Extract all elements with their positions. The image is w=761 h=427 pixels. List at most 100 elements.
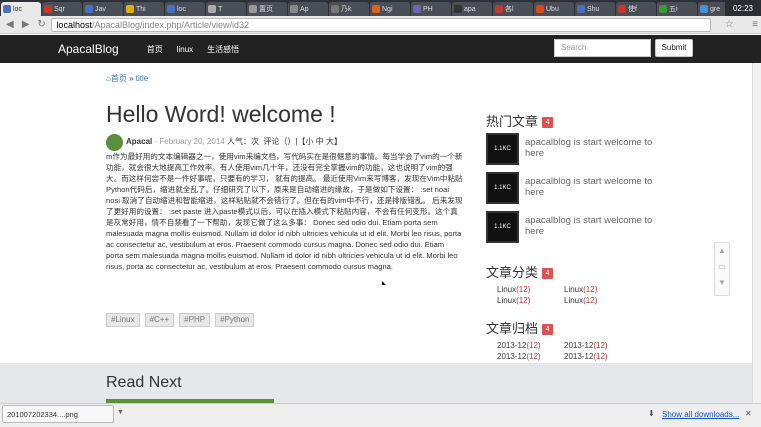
category-link[interactable]: Linux(12) xyxy=(564,285,597,294)
tab-label: Jav xyxy=(95,5,106,13)
archive-heading-label: 文章归档 xyxy=(486,321,539,336)
categories-heading: 文章分类 4 xyxy=(486,262,554,281)
tag-python[interactable]: #Python xyxy=(215,313,255,327)
browser-tab[interactable]: apa xyxy=(452,2,492,16)
scroll-up-icon[interactable]: ▲ xyxy=(715,243,729,259)
archive-link[interactable]: 2013-12(12) xyxy=(564,341,608,350)
browser-tab[interactable]: PH xyxy=(411,2,451,16)
tab-label: gre xyxy=(710,5,721,13)
avatar xyxy=(106,134,123,151)
browser-tab[interactable]: Jav xyxy=(83,2,123,16)
system-clock: 02:23 xyxy=(725,0,761,16)
reload-icon[interactable]: ↻ xyxy=(36,19,48,31)
nav-link-home[interactable]: 首页 xyxy=(147,44,163,55)
download-bar xyxy=(0,403,761,427)
tab-label: Sqr xyxy=(54,5,65,13)
tab-favicon-icon xyxy=(454,5,462,13)
chevron-down-icon[interactable]: ▼ xyxy=(117,409,124,416)
hot-article-item[interactable]: 1.1KC apacalblog is start welcome to her… xyxy=(486,172,666,206)
hot-heading-label: 热门文章 xyxy=(486,114,539,129)
scroll-down-icon[interactable]: ▼ xyxy=(715,275,729,291)
categories-heading-label: 文章分类 xyxy=(486,265,539,280)
browser-tab[interactable]: Shu xyxy=(575,2,615,16)
nav-link-linux[interactable]: linux xyxy=(177,45,193,54)
category-link[interactable]: Linux(12) xyxy=(497,285,530,294)
tab-label: loc xyxy=(13,5,22,13)
article-comments[interactable]: 评论（）|【小 中 大】 xyxy=(263,137,342,146)
article-meta: Apacal · February 20, 2014 人气：次 评论（）|【小 … xyxy=(126,136,342,147)
tab-favicon-icon xyxy=(413,5,421,13)
browser-tab[interactable]: 使f xyxy=(616,2,656,16)
browser-tab[interactable]: 各l xyxy=(493,2,533,16)
browser-tab[interactable]: Ubu xyxy=(534,2,574,16)
browser-tab[interactable]: 置页 xyxy=(247,2,287,16)
article-author[interactable]: Apacal xyxy=(126,137,152,146)
tab-label: Ap xyxy=(300,5,309,13)
tab-favicon-icon xyxy=(126,5,134,13)
article-date: · February 20, 2014 xyxy=(154,137,225,146)
tag-cpp[interactable]: #C++ xyxy=(144,313,175,327)
tag-php[interactable]: #PHP xyxy=(179,313,211,327)
tab-label: Ubu xyxy=(546,5,559,13)
download-icon: ⬇ xyxy=(648,409,655,418)
browser-tab[interactable]: 五i xyxy=(657,2,697,16)
forward-arrow-icon[interactable]: ▶ xyxy=(20,19,32,31)
download-item[interactable]: 201007202334....png xyxy=(2,405,114,423)
tab-favicon-icon xyxy=(44,5,52,13)
browser-tab[interactable]: loc xyxy=(1,2,41,16)
breadcrumb-separator: » xyxy=(129,74,134,83)
scroll-middle-icon[interactable]: ▭ xyxy=(715,259,729,275)
browser-tab[interactable]: 乃k xyxy=(329,2,369,16)
close-icon[interactable]: ✕ xyxy=(745,409,752,418)
breadcrumb-current[interactable]: title xyxy=(136,74,148,83)
browser-tab[interactable]: loc xyxy=(165,2,205,16)
show-all-downloads-link[interactable]: Show all downloads... xyxy=(662,410,739,419)
bookmark-star-icon[interactable]: ☆ xyxy=(723,19,735,31)
submit-button[interactable]: Submit xyxy=(655,39,693,57)
search-input[interactable]: Search xyxy=(554,39,651,57)
tab-label: T xyxy=(218,5,223,13)
tab-label: Shu xyxy=(587,5,600,13)
tab-label: apa xyxy=(464,5,476,13)
browser-tab[interactable]: Ngi xyxy=(370,2,410,16)
tab-label: 置页 xyxy=(259,6,273,13)
browser-toolbar: ◀ ▶ ↻ localhost/ApacalBlog/index.php/Art… xyxy=(0,16,761,34)
url-host: localhost xyxy=(56,19,92,30)
browser-tab[interactable]: Thi xyxy=(124,2,164,16)
back-arrow-icon[interactable]: ◀ xyxy=(4,19,16,31)
article-thumbnail: 1.1KC xyxy=(486,211,519,243)
download-filename: 201007202334....png xyxy=(7,409,78,419)
site-brand[interactable]: ApacalBlog xyxy=(58,42,119,56)
menu-icon[interactable]: ≡ xyxy=(749,19,761,31)
hot-article-item[interactable]: 1.1KC apacalblog is start welcome to her… xyxy=(486,133,666,167)
tab-favicon-icon xyxy=(700,5,708,13)
tab-favicon-icon xyxy=(331,5,339,13)
url-path: /ApacalBlog/index.php/Article/view/id32 xyxy=(91,19,250,30)
browser-tab[interactable]: Sqr xyxy=(42,2,82,16)
tag-linux[interactable]: #Linux xyxy=(106,313,140,327)
category-link[interactable]: Linux(12) xyxy=(564,296,597,305)
hot-article-title[interactable]: apacalblog is start welcome to here xyxy=(525,215,666,237)
category-link[interactable]: Linux(12) xyxy=(497,296,530,305)
mouse-cursor-icon xyxy=(382,281,386,285)
breadcrumb-home[interactable]: 首页 xyxy=(111,74,127,83)
archive-count-badge: 4 xyxy=(542,324,554,336)
tab-label: 使f xyxy=(628,6,637,13)
tab-favicon-icon xyxy=(208,5,216,13)
tab-favicon-icon xyxy=(249,5,257,13)
address-bar[interactable]: localhost/ApacalBlog/index.php/Article/v… xyxy=(51,17,712,32)
browser-tab[interactable]: T xyxy=(206,2,246,16)
tab-favicon-icon xyxy=(659,5,667,13)
tab-favicon-icon xyxy=(618,5,626,13)
archive-link[interactable]: 2013-12(12) xyxy=(497,352,541,361)
hot-article-item[interactable]: 1.1KC apacalblog is start welcome to her… xyxy=(486,211,666,245)
nav-link-life[interactable]: 生活感悟 xyxy=(207,44,239,55)
tab-favicon-icon xyxy=(290,5,298,13)
archive-link[interactable]: 2013-12(12) xyxy=(564,352,608,361)
hot-article-title[interactable]: apacalblog is start welcome to here xyxy=(525,176,666,198)
archive-link[interactable]: 2013-12(12) xyxy=(497,341,541,350)
hot-article-title[interactable]: apacalblog is start welcome to here xyxy=(525,137,666,159)
browser-tab[interactable]: Ap xyxy=(288,2,328,16)
tab-label: 乃k xyxy=(341,6,352,13)
browser-scrollbar[interactable] xyxy=(752,63,761,403)
